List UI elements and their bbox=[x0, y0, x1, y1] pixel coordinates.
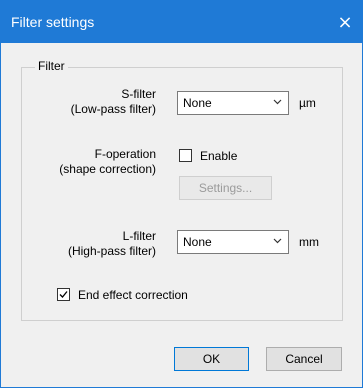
filter-settings-dialog: Filter settings × Filter S-filter (Low-p… bbox=[0, 0, 363, 388]
l-filter-unit: mm bbox=[299, 235, 319, 249]
chevron-down-icon bbox=[273, 238, 282, 244]
f-operation-label-line2: (shape correction) bbox=[59, 162, 156, 176]
s-filter-select[interactable]: None bbox=[177, 91, 289, 115]
close-icon: × bbox=[337, 11, 353, 33]
end-effect-checkbox[interactable] bbox=[57, 288, 70, 301]
l-filter-value: None bbox=[183, 235, 212, 249]
s-filter-value: None bbox=[183, 96, 212, 110]
dialog-title: Filter settings bbox=[11, 14, 95, 30]
l-filter-select[interactable]: None bbox=[177, 230, 289, 254]
l-filter-label-line2: (High-pass filter) bbox=[67, 244, 156, 258]
f-operation-enable-checkbox[interactable] bbox=[179, 149, 192, 162]
ok-button[interactable]: OK bbox=[174, 347, 249, 371]
chevron-down-icon bbox=[273, 99, 282, 105]
s-filter-unit: µm bbox=[299, 96, 316, 110]
f-operation-label: F-operation (shape correction) bbox=[6, 147, 156, 177]
l-filter-label: L-filter (High-pass filter) bbox=[6, 229, 156, 259]
cancel-button[interactable]: Cancel bbox=[266, 347, 342, 371]
close-button[interactable]: × bbox=[328, 1, 362, 43]
f-operation-label-line1: F-operation bbox=[94, 147, 156, 161]
l-filter-label-line1: L-filter bbox=[122, 229, 156, 243]
s-filter-label-line2: (Low-pass filter) bbox=[70, 102, 156, 116]
cancel-button-label: Cancel bbox=[285, 352, 323, 366]
settings-button-label: Settings... bbox=[198, 181, 253, 195]
ok-button-label: OK bbox=[202, 352, 221, 366]
settings-button[interactable]: Settings... bbox=[179, 176, 272, 200]
s-filter-label-line1: S-filter bbox=[121, 87, 156, 101]
f-operation-enable-label[interactable]: Enable bbox=[200, 149, 237, 163]
filter-group-label: Filter bbox=[35, 59, 68, 73]
end-effect-label[interactable]: End effect correction bbox=[78, 288, 188, 302]
s-filter-label: S-filter (Low-pass filter) bbox=[6, 87, 156, 117]
title-bar: Filter settings × bbox=[1, 1, 362, 43]
checkmark-icon bbox=[59, 291, 68, 298]
